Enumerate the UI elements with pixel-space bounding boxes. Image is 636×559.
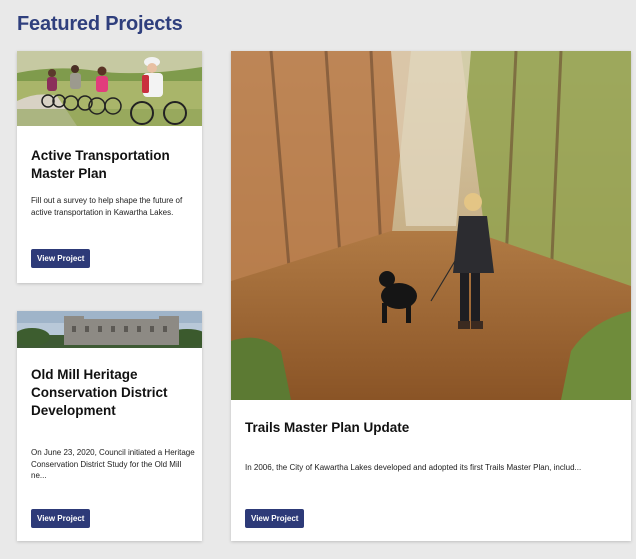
- card-title[interactable]: Old Mill Heritage Conservation District …: [31, 366, 196, 419]
- old-mill-image[interactable]: [17, 311, 202, 348]
- view-project-button[interactable]: View Project: [31, 509, 91, 528]
- card-title[interactable]: Active Transportation Master Plan: [31, 147, 193, 183]
- view-project-button[interactable]: View Project: [31, 249, 91, 268]
- card-description: Fill out a survey to help shape the futu…: [31, 196, 183, 217]
- view-project-button[interactable]: View Project: [245, 509, 305, 528]
- cyclists-image[interactable]: [17, 51, 202, 126]
- project-card-old-mill[interactable]: Old Mill Heritage Conservation District …: [17, 311, 202, 541]
- card-title[interactable]: Trails Master Plan Update: [245, 419, 615, 437]
- section-title: Featured Projects: [17, 13, 183, 35]
- card-description: In 2006, the City of Kawartha Lakes deve…: [245, 463, 582, 472]
- project-card-active-transportation[interactable]: Active Transportation Master Plan Fill o…: [17, 51, 202, 283]
- project-card-trails[interactable]: Trails Master Plan Update In 2006, the C…: [231, 51, 631, 541]
- trail-walk-image[interactable]: [231, 51, 631, 400]
- card-description: On June 23, 2020, Council initiated a He…: [31, 448, 195, 481]
